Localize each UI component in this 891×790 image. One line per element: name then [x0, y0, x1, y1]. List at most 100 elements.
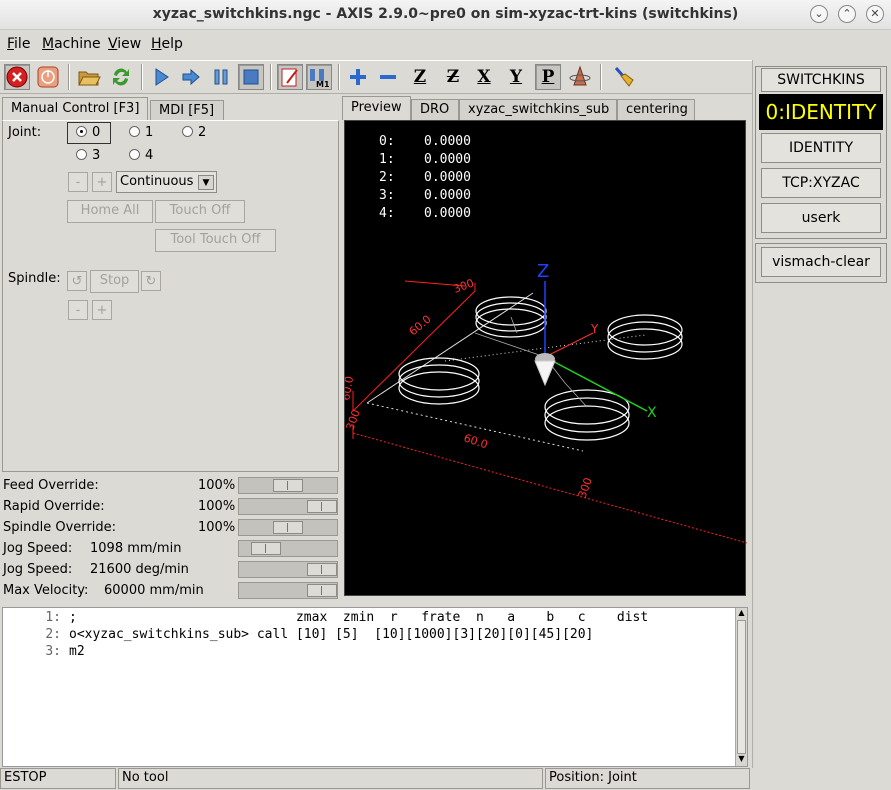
menu-machine[interactable]: Machine	[42, 36, 101, 52]
slider-value: 21600 deg/min	[90, 562, 189, 577]
home-all-button[interactable]: Home All	[67, 200, 153, 223]
tab-manual-control[interactable]: Manual Control [F3]	[2, 97, 148, 121]
slider-label: Spindle Override:	[3, 520, 116, 535]
toolbar-separator	[141, 64, 143, 90]
stop-icon[interactable]	[238, 64, 264, 90]
scroll-up-icon[interactable]: ▲	[736, 608, 747, 620]
jog-minus-button[interactable]: -	[68, 172, 88, 192]
slider-value: 100%	[198, 499, 236, 514]
svg-text:1:: 1:	[379, 152, 395, 167]
zoom-in-icon[interactable]	[345, 64, 371, 90]
view-y-icon[interactable]: Y	[503, 64, 529, 90]
vismach-clear-button[interactable]: vismach-clear	[761, 247, 881, 277]
svg-text:0.0000: 0.0000	[424, 188, 471, 203]
joint-radio-4[interactable]: 4	[129, 148, 153, 163]
toolbar-separator	[600, 64, 602, 90]
slider-thumb[interactable]	[273, 479, 303, 492]
jog-mode-select[interactable]: Continuous ▼	[116, 171, 217, 193]
userk-button[interactable]: userk	[761, 203, 881, 233]
jog-plus-button[interactable]: +	[92, 172, 112, 192]
override-slider[interactable]	[238, 519, 338, 536]
status-tool: No tool	[118, 768, 543, 789]
override-slider[interactable]	[238, 540, 338, 557]
slider-thumb[interactable]	[307, 563, 337, 576]
tool-cone-icon	[534, 353, 556, 387]
override-slider[interactable]	[238, 477, 338, 494]
svg-text:M1: M1	[316, 80, 330, 88]
tool-touch-off-button[interactable]: Tool Touch Off	[155, 229, 276, 252]
tab-xyzac-switchkins-sub[interactable]: xyzac_switchkins_sub	[459, 99, 617, 120]
tab-centering[interactable]: centering	[617, 99, 695, 120]
override-slider[interactable]	[238, 561, 338, 578]
view-z-icon[interactable]: Z	[407, 64, 433, 90]
joint-radio-2[interactable]: 2	[182, 125, 206, 140]
tab-dro[interactable]: DRO	[411, 99, 459, 120]
joint-radio-3[interactable]: 3	[76, 148, 100, 163]
menu-help[interactable]: Help	[151, 36, 183, 52]
menu-view[interactable]: View	[108, 36, 141, 52]
spindle-stop-button[interactable]: Stop	[90, 270, 139, 293]
svg-text:3:: 3:	[379, 188, 395, 203]
tab-preview[interactable]: Preview	[342, 96, 411, 120]
dro-row: 3: 0.0000	[379, 188, 471, 203]
code-scrollbar[interactable]: ▲ ▼	[735, 608, 747, 766]
override-slider[interactable]	[238, 582, 338, 599]
menu-file[interactable]: File	[7, 36, 30, 52]
preview-canvas[interactable]: 0: 0.0000 1: 0.0000 2: 0.0000 3: 0.0000 4: 0.…	[344, 120, 747, 596]
view-perspective-icon[interactable]: P	[535, 64, 561, 90]
override-slider[interactable]	[238, 498, 338, 515]
block-delete-icon[interactable]	[277, 64, 303, 90]
spindle-label: Spindle:	[8, 271, 61, 286]
scrollbar-thumb[interactable]	[737, 620, 746, 754]
slider-value: 1098 mm/min	[90, 541, 182, 556]
step-icon[interactable]	[178, 64, 204, 90]
pause-icon[interactable]	[208, 64, 234, 90]
slider-label: Max Velocity:	[3, 583, 89, 598]
y-axis-label: Y	[590, 322, 599, 336]
dro-row: 4: 0.0000	[379, 206, 471, 221]
slider-thumb[interactable]	[251, 542, 281, 555]
view-z-rotated-icon[interactable]: Z	[440, 64, 466, 90]
extent-label: 60.0	[462, 431, 489, 451]
optional-stop-icon[interactable]: M1	[306, 64, 332, 90]
slider-label: Rapid Override:	[3, 499, 105, 514]
run-icon[interactable]	[148, 64, 174, 90]
svg-text:0.0000: 0.0000	[424, 152, 471, 167]
spindle-cw-icon[interactable]: ↻	[141, 271, 161, 291]
z-axis-label: Z	[537, 261, 549, 282]
maximize-icon[interactable]: ⌃	[838, 5, 856, 23]
extent-label: 60.0	[345, 375, 356, 401]
slider-value: 60000 mm/min	[104, 583, 204, 598]
clear-plot-icon[interactable]	[610, 64, 636, 90]
gcode-listing[interactable]: 1:; zmax zmin r frate n a b c dist 2: o<x…	[2, 607, 748, 767]
identity-button[interactable]: IDENTITY	[761, 133, 881, 163]
joint-radio-1[interactable]: 1	[129, 125, 153, 140]
open-file-icon[interactable]	[76, 64, 102, 90]
spindle-ccw-icon[interactable]: ↺	[67, 271, 87, 291]
chevron-down-icon: ▼	[198, 175, 214, 190]
zoom-out-icon[interactable]	[375, 64, 401, 90]
rotate-view-icon[interactable]	[567, 64, 593, 90]
touch-off-button[interactable]: Touch Off	[155, 200, 245, 223]
power-icon[interactable]	[35, 64, 61, 90]
estop-icon[interactable]	[4, 64, 30, 90]
joint-radio-0[interactable]: 0	[76, 125, 100, 140]
x-axis-label: X	[647, 405, 657, 421]
status-position: Position: Joint	[545, 768, 750, 789]
tab-mdi[interactable]: MDI [F5]	[150, 100, 224, 121]
slider-thumb[interactable]	[273, 521, 303, 534]
toolpath-plot: 0: 0.0000 1: 0.0000 2: 0.0000 3: 0.0000 4: 0.…	[345, 134, 747, 544]
extent-label: 60.0	[407, 313, 434, 339]
slider-thumb[interactable]	[307, 584, 337, 597]
reload-icon[interactable]	[108, 64, 134, 90]
slider-thumb[interactable]	[307, 500, 337, 513]
scroll-down-icon[interactable]: ▼	[736, 754, 747, 766]
spindle-minus-button[interactable]: -	[68, 300, 88, 320]
dro-row: 2: 0.0000	[379, 170, 471, 185]
minimize-icon[interactable]: ⌄	[810, 5, 828, 23]
view-x-icon[interactable]: X	[471, 64, 497, 90]
tcp-xyzac-button[interactable]: TCP:XYZAC	[761, 168, 881, 198]
svg-text:0.0000: 0.0000	[424, 206, 471, 221]
spindle-plus-button[interactable]: +	[92, 300, 112, 320]
close-icon[interactable]: ✕	[866, 5, 884, 23]
